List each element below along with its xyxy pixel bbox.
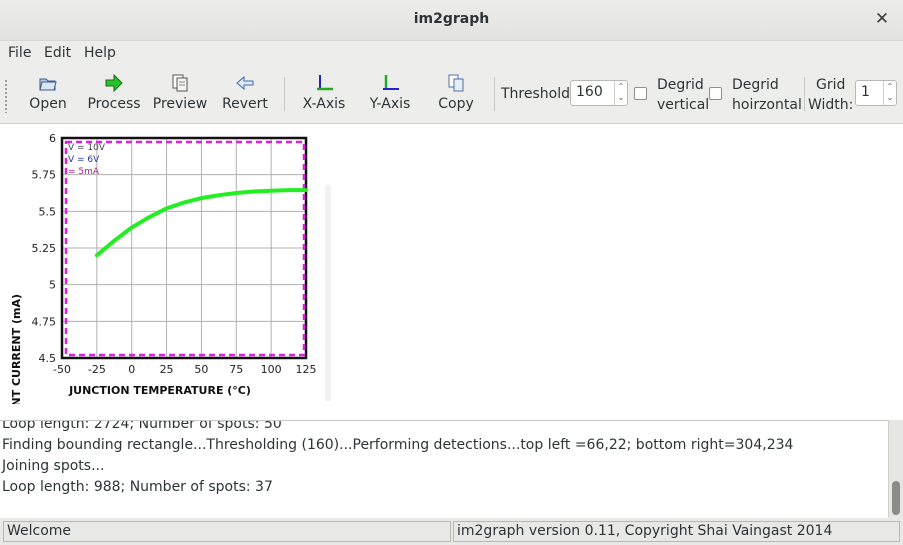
y-tick-labels: 65.755.55.2554.754.5 xyxy=(32,132,57,365)
x-tick-labels: -50 -25 0 25 50 75 100 125 xyxy=(53,363,316,376)
log-panel[interactable]: Loop length: 2724; Number of spots: 50 F… xyxy=(0,420,888,518)
y-axis-icon xyxy=(383,75,399,90)
y-tick-label: 5.25 xyxy=(32,242,57,255)
degrid-horizontal-checkbox[interactable] xyxy=(709,87,722,100)
y-axis-label: Y-Axis xyxy=(369,96,411,112)
chart-annotation: = 5mA xyxy=(68,167,100,177)
x-tick-label: -25 xyxy=(88,363,106,376)
chart-annotation: V = 10V xyxy=(68,143,106,153)
image-canvas[interactable]: 6 5.75 5.5 5.25 5 4.75 4.5 -50 -25 0 25 50 75 100 125… xyxy=(0,124,903,420)
status-right: im2graph version 0.11, Copyright Shai Va… xyxy=(453,521,900,542)
threshold-value[interactable]: 160 xyxy=(576,84,603,100)
toolbar-separator xyxy=(804,77,805,111)
chart-annotations: V = 10V V = 6V = 5mA xyxy=(68,143,106,177)
toolbar-grip[interactable] xyxy=(4,79,8,113)
copy-label: Copy xyxy=(438,96,474,112)
window-title: im2graph xyxy=(413,11,490,27)
graph-image[interactable]: 65.755.55.2554.754.5 -50 -25 0 25 50 75 100 125… xyxy=(0,124,340,404)
x-tick-label: 75 xyxy=(229,363,243,376)
toolbar-separator xyxy=(494,77,495,111)
y-tick-label: 6 xyxy=(49,132,56,145)
toolbar: Open Process Preview Revert X-Axis Y-Axi… xyxy=(0,67,903,124)
menu-help[interactable]: Help xyxy=(84,45,116,61)
x-axis-icon xyxy=(317,75,333,91)
close-icon[interactable]: ✕ xyxy=(873,10,891,28)
y-tick-label: 5.75 xyxy=(32,169,57,182)
y-tick-label: 5.5 xyxy=(39,205,57,218)
open-label: Open xyxy=(29,96,67,112)
toolbar-separator xyxy=(284,77,285,111)
revert-label: Revert xyxy=(222,96,268,112)
preview-icon xyxy=(172,74,188,92)
process-button[interactable]: Process xyxy=(86,73,142,112)
x-tick-label: 25 xyxy=(160,363,174,376)
y-axis-title: QUIESCENT CURRENT (mA) xyxy=(10,294,23,404)
copy-button[interactable]: Copy xyxy=(436,73,476,112)
threshold-spinbox[interactable]: 160 ⌃ ⌄ xyxy=(570,80,628,106)
degrid-vertical-checkbox[interactable] xyxy=(634,87,647,100)
grid-width-label-2: Width: xyxy=(808,97,854,113)
revert-button[interactable]: Revert xyxy=(222,73,268,112)
revert-icon xyxy=(236,75,254,91)
log-line: Loop length: 988; Number of spots: 37 xyxy=(2,479,273,495)
preview-label: Preview xyxy=(152,96,208,112)
x-tick-label: 50 xyxy=(194,363,208,376)
y-axis-button[interactable]: Y-Axis xyxy=(366,73,414,112)
chart-annotation: V = 6V xyxy=(68,155,100,165)
open-icon xyxy=(39,78,57,91)
copy-icon xyxy=(448,74,464,92)
log-scrollbar[interactable] xyxy=(888,420,903,517)
degrid-horizontal-label-1: Degrid xyxy=(732,77,779,93)
y-tick-label: 5 xyxy=(49,279,56,292)
preview-button[interactable]: Preview xyxy=(152,73,208,112)
grid-width-spin-arrows[interactable]: ⌃ ⌄ xyxy=(883,81,896,105)
x-axis-title: JUNCTION TEMPERATURE (°C) xyxy=(68,384,251,397)
degrid-horizontal-label-2: hoirzontal xyxy=(732,97,802,113)
process-label: Process xyxy=(87,96,141,112)
x-tick-label: 100 xyxy=(261,363,282,376)
log-scrollbar-thumb[interactable] xyxy=(892,481,900,515)
status-bar: Welcome im2graph version 0.11, Copyright… xyxy=(0,518,903,545)
image-edge xyxy=(325,186,331,401)
log-line: Joining spots... xyxy=(2,458,105,474)
y-tick-label: 4.75 xyxy=(32,315,57,328)
title-bar[interactable]: im2graph ✕ xyxy=(0,0,903,41)
degrid-vertical-label-1: Degrid xyxy=(657,77,704,93)
degrid-vertical-label-2: vertical xyxy=(657,97,710,113)
x-tick-label: -50 xyxy=(53,363,71,376)
log-line: Loop length: 2724; Number of spots: 50 xyxy=(2,420,282,432)
x-tick-label: 0 xyxy=(128,363,135,376)
menu-edit[interactable]: Edit xyxy=(44,45,71,61)
open-button[interactable]: Open xyxy=(26,73,70,112)
process-icon xyxy=(105,73,123,93)
threshold-label: Threshold: xyxy=(501,86,575,102)
x-axis-label: X-Axis xyxy=(302,96,346,112)
menu-bar: File Edit Help xyxy=(0,41,903,67)
grid-width-spinbox[interactable]: 1 ⌃ ⌄ xyxy=(855,80,897,106)
grid-width-label-1: Grid xyxy=(816,77,846,93)
menu-file[interactable]: File xyxy=(8,45,31,61)
status-left: Welcome xyxy=(3,521,451,542)
x-axis-button[interactable]: X-Axis xyxy=(300,73,348,112)
grid-width-value[interactable]: 1 xyxy=(861,84,870,100)
x-tick-label: 125 xyxy=(296,363,317,376)
threshold-spin-arrows[interactable]: ⌃ ⌄ xyxy=(614,81,627,105)
log-line: Finding bounding rectangle...Thresholdin… xyxy=(2,437,794,453)
